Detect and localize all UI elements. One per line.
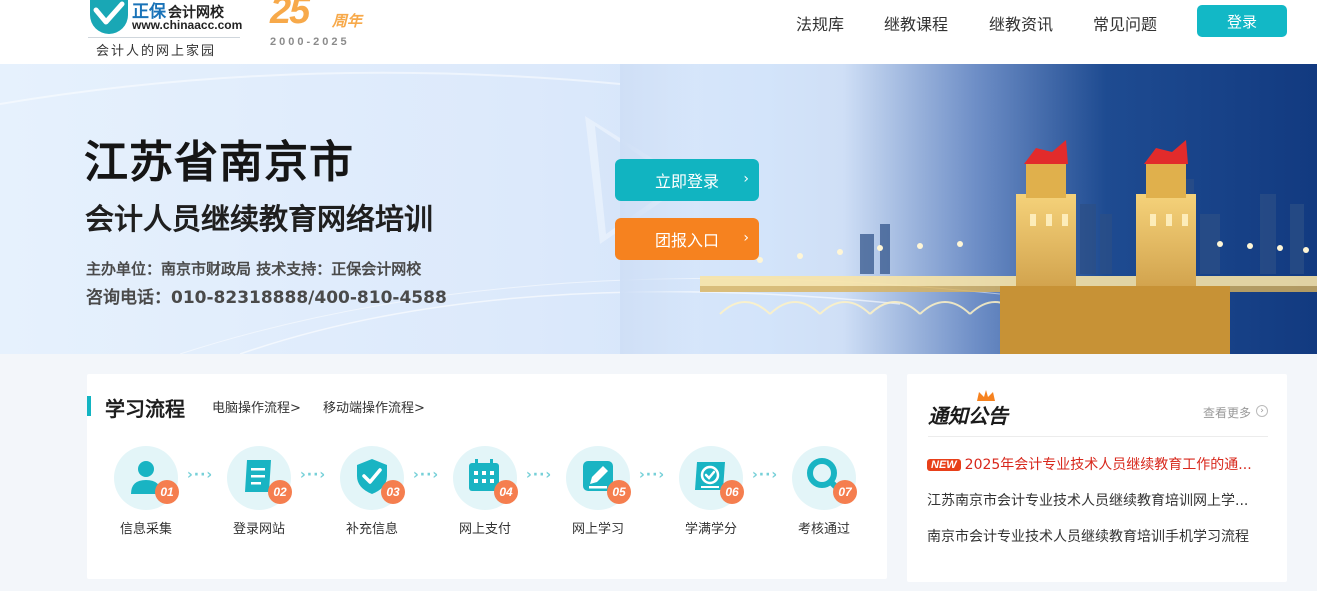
notice-item-text: 2025年会计专业技术人员继续教育工作的通... [964, 457, 1252, 473]
banner-title: 江苏省南京市 [84, 137, 354, 188]
anniversary-logo: 25 周年 2000-2025 [268, 0, 378, 56]
banner-organizer: 主办单位：南京市财政局 技术支持：正保会计网校 [86, 260, 422, 278]
process-step: 03 补充信息 [327, 446, 417, 546]
step-label: 补充信息 [345, 522, 398, 537]
step-label: 考核通过 [797, 522, 850, 537]
step-number-badge: 03 [381, 480, 405, 504]
step-label: 登录网站 [232, 522, 285, 537]
logo-slogan: 会计人的网上家园 [96, 44, 217, 59]
nav-item-news[interactable]: 继教资讯 [989, 11, 1053, 35]
anniversary-years: 2000-2025 [270, 36, 350, 48]
step-number-badge: 05 [607, 480, 631, 504]
login-now-label: 立即登录 [654, 172, 719, 191]
chevron-right-icon: › [743, 230, 749, 246]
step-number-badge: 04 [494, 480, 518, 504]
process-step: 07 考核通过 [779, 446, 869, 546]
notice-item[interactable]: 江苏南京市会计专业技术人员继续教育培训网上学... [927, 490, 1257, 510]
step-number-badge: 06 [720, 480, 744, 504]
banner-subtitle: 会计人员继续教育网络培训 [85, 202, 434, 236]
login-button[interactable]: 登录 [1197, 5, 1287, 37]
logo-url: www.chinaacc.com [132, 18, 243, 32]
notice-card: 通知公告 查看更多 › NEW 2025年会计专业技术人员继续教育工作的通... … [907, 374, 1287, 582]
step-connector-arrow: ›··› [639, 467, 666, 483]
nav-item-courses[interactable]: 继教课程 [884, 11, 948, 35]
step-label: 信息采集 [119, 522, 172, 537]
view-more-link[interactable]: 查看更多 [1203, 404, 1251, 421]
process-step: 06 学满学分 [666, 446, 756, 546]
new-badge: NEW [927, 459, 961, 471]
section-accent-bar [87, 396, 91, 416]
step-number-badge: 07 [833, 480, 857, 504]
step-connector-arrow: ›··› [413, 467, 440, 483]
banner-phone: 咨询电话：010-82318888/400-810-4588 [86, 288, 447, 308]
step-connector-arrow: ›··› [526, 467, 553, 483]
chevron-right-icon[interactable]: › [1256, 405, 1268, 417]
site-header: 正保 会计网校 www.chinaacc.com 会计人的网上家园 25 周年 2… [0, 0, 1317, 64]
process-step: 04 网上支付 [440, 446, 530, 546]
study-process-card: 学习流程 电脑操作流程> 移动端操作流程> 01 信息采集 ›··› 02 登录… [87, 374, 887, 579]
logo-divider [88, 37, 240, 38]
step-number-badge: 02 [268, 480, 292, 504]
step-connector-arrow: ›··› [187, 467, 214, 483]
anniversary-word: 周年 [332, 12, 363, 30]
process-step: 05 网上学习 [553, 446, 643, 546]
notice-item-text: 江苏南京市会计专业技术人员继续教育培训网上学... [927, 493, 1249, 509]
notice-divider [928, 436, 1268, 437]
notice-item[interactable]: NEW 2025年会计专业技术人员继续教育工作的通... [927, 454, 1257, 474]
login-now-button[interactable]: 立即登录 › [615, 159, 759, 201]
step-connector-arrow: ›··› [300, 467, 327, 483]
logo-badge-icon [90, 0, 128, 34]
step-label: 网上学习 [571, 522, 624, 537]
step-connector-arrow: ›··› [752, 467, 779, 483]
site-logo[interactable]: 正保 会计网校 www.chinaacc.com 会计人的网上家园 [88, 0, 248, 60]
nav-item-regulations[interactable]: 法规库 [796, 11, 844, 35]
chevron-right-icon: › [743, 171, 749, 187]
notice-title: 通知公告 [928, 404, 1008, 428]
process-title: 学习流程 [105, 397, 185, 421]
notice-item-text: 南京市会计专业技术人员继续教育培训手机学习流程 [927, 529, 1249, 545]
pc-guide-link[interactable]: 电脑操作流程> [212, 397, 301, 416]
nav-item-faq[interactable]: 常见问题 [1093, 11, 1157, 35]
step-label: 网上支付 [458, 522, 511, 537]
mobile-guide-link[interactable]: 移动端操作流程> [323, 397, 425, 416]
notice-item[interactable]: 南京市会计专业技术人员继续教育培训手机学习流程 [927, 526, 1257, 546]
group-signup-button[interactable]: 团报入口 › [615, 218, 759, 260]
group-signup-label: 团报入口 [654, 231, 719, 250]
step-number-badge: 01 [155, 480, 179, 504]
process-step: 01 信息采集 [101, 446, 191, 546]
anniversary-number: 25 [270, 0, 310, 32]
step-label: 学满学分 [684, 522, 737, 537]
hero-banner: 江苏省南京市 会计人员继续教育网络培训 主办单位：南京市财政局 技术支持：正保会… [0, 64, 1317, 354]
process-step: 02 登录网站 [214, 446, 304, 546]
